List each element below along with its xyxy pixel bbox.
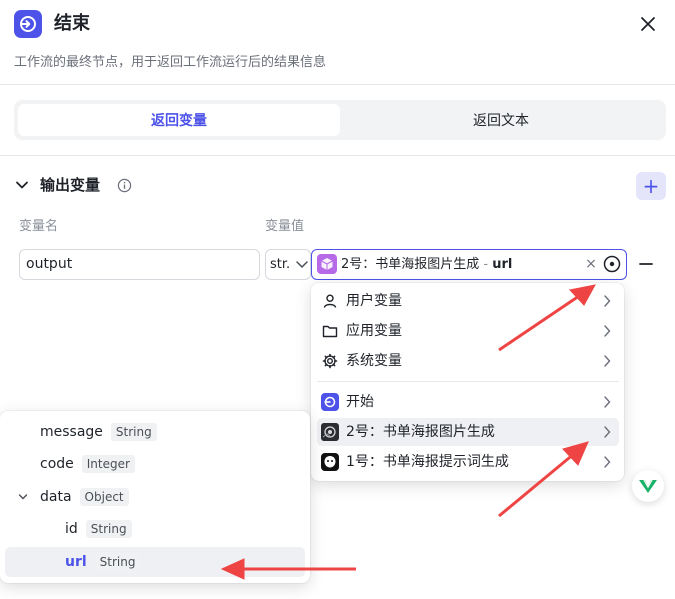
- divider: [0, 155, 675, 156]
- chevron-down-icon[interactable]: [14, 177, 30, 193]
- menu-item-node-1[interactable]: 1号：书单海报提示词生成: [317, 448, 619, 476]
- reference-node: 2号：书单海报图片生成: [341, 257, 480, 272]
- menu-item-label: 系统变量: [346, 353, 402, 369]
- field-row-url[interactable]: url String: [5, 547, 305, 577]
- start-node-icon: [320, 392, 340, 412]
- info-icon[interactable]: [117, 178, 132, 193]
- section-title-output-variables: 输出变量: [40, 176, 101, 194]
- minus-icon: [639, 263, 653, 265]
- menu-item-system-variables[interactable]: 系统变量: [317, 347, 619, 375]
- variable-picker-icon[interactable]: [602, 254, 622, 274]
- menu-item-node-start[interactable]: 开始: [317, 388, 619, 416]
- reference-field: url: [492, 257, 513, 272]
- user-icon: [320, 291, 340, 311]
- image-gen-node-icon: [317, 254, 337, 274]
- page-title: 结束: [54, 13, 90, 34]
- folder-icon: [320, 321, 340, 341]
- type-select-value: str.: [270, 257, 291, 272]
- field-name: url: [65, 554, 87, 570]
- chevron-right-icon: [604, 325, 611, 337]
- menu-item-label: 用户变量: [346, 293, 402, 309]
- reference-separator: -: [479, 257, 493, 272]
- column-label-value: 变量值: [265, 219, 305, 234]
- chevron-right-icon: [604, 295, 611, 307]
- chevron-right-icon: [604, 396, 611, 408]
- field-name: data: [40, 489, 72, 505]
- field-row-message[interactable]: message String: [5, 417, 305, 447]
- node-output-fields-menu: message String code Integer data Object …: [0, 411, 310, 583]
- menu-divider: [317, 381, 619, 382]
- node-description: 工作流的最终节点，用于返回工作流运行后的结果信息: [14, 55, 327, 70]
- return-mode-tabs: 返回变量 返回文本: [14, 100, 666, 140]
- end-node-icon: [14, 10, 42, 38]
- remove-variable-button[interactable]: [636, 254, 656, 274]
- tab-return-text[interactable]: 返回文本: [340, 104, 662, 136]
- image-gen-icon: [320, 422, 340, 442]
- field-type-badge: String: [85, 520, 132, 538]
- chevron-down-icon: [296, 261, 308, 268]
- field-row-code[interactable]: code Integer: [5, 449, 305, 479]
- field-type-badge: String: [110, 423, 157, 441]
- chevron-right-icon: [604, 426, 611, 438]
- field-type-badge: Integer: [81, 455, 135, 473]
- field-type-badge: Object: [79, 488, 129, 506]
- variable-source-menu: 用户变量 应用变量 系统变量 开始 2号：书单海报图片生成 1号：书单海报提示词…: [311, 283, 624, 481]
- field-name: message: [40, 424, 103, 440]
- clear-reference-button[interactable]: ×: [583, 256, 599, 272]
- variable-type-select[interactable]: str.: [265, 249, 311, 280]
- chevron-right-icon: [604, 456, 611, 468]
- menu-item-app-variables[interactable]: 应用变量: [317, 317, 619, 345]
- menu-item-label: 1号：书单海报提示词生成: [346, 454, 509, 470]
- column-label-name: 变量名: [19, 219, 59, 234]
- menu-item-label: 应用变量: [346, 323, 402, 339]
- add-variable-button[interactable]: +: [636, 172, 666, 200]
- gear-icon: [320, 351, 340, 371]
- menu-item-label: 开始: [346, 394, 374, 410]
- close-icon: [641, 17, 655, 31]
- menu-item-user-variables[interactable]: 用户变量: [317, 287, 619, 315]
- chevron-down-icon[interactable]: [18, 492, 28, 502]
- variable-name-input[interactable]: output: [19, 249, 260, 280]
- field-name: id: [65, 521, 78, 537]
- end-node-panel: 结束 工作流的最终节点，用于返回工作流运行后的结果信息 返回变量 返回文本 输出…: [0, 0, 675, 599]
- field-type-badge: String: [94, 553, 141, 571]
- menu-item-node-2[interactable]: 2号：书单海报图片生成: [317, 418, 619, 446]
- field-name: code: [40, 456, 74, 472]
- logo-icon: [639, 479, 657, 493]
- close-button[interactable]: [636, 12, 660, 36]
- menu-item-label: 2号：书单海报图片生成: [346, 424, 495, 440]
- reference-label: 2号：书单海报图片生成 - url: [341, 255, 512, 275]
- assistant-logo-button[interactable]: [632, 470, 664, 502]
- variable-reference-field[interactable]: 2号：书单海报图片生成 - url ×: [311, 249, 627, 280]
- field-row-id[interactable]: id String: [5, 514, 305, 544]
- tab-return-variables[interactable]: 返回变量: [18, 104, 340, 136]
- llm-icon: [320, 452, 340, 472]
- field-row-data[interactable]: data Object: [5, 482, 305, 512]
- chevron-right-icon: [604, 355, 611, 367]
- divider: [0, 84, 675, 85]
